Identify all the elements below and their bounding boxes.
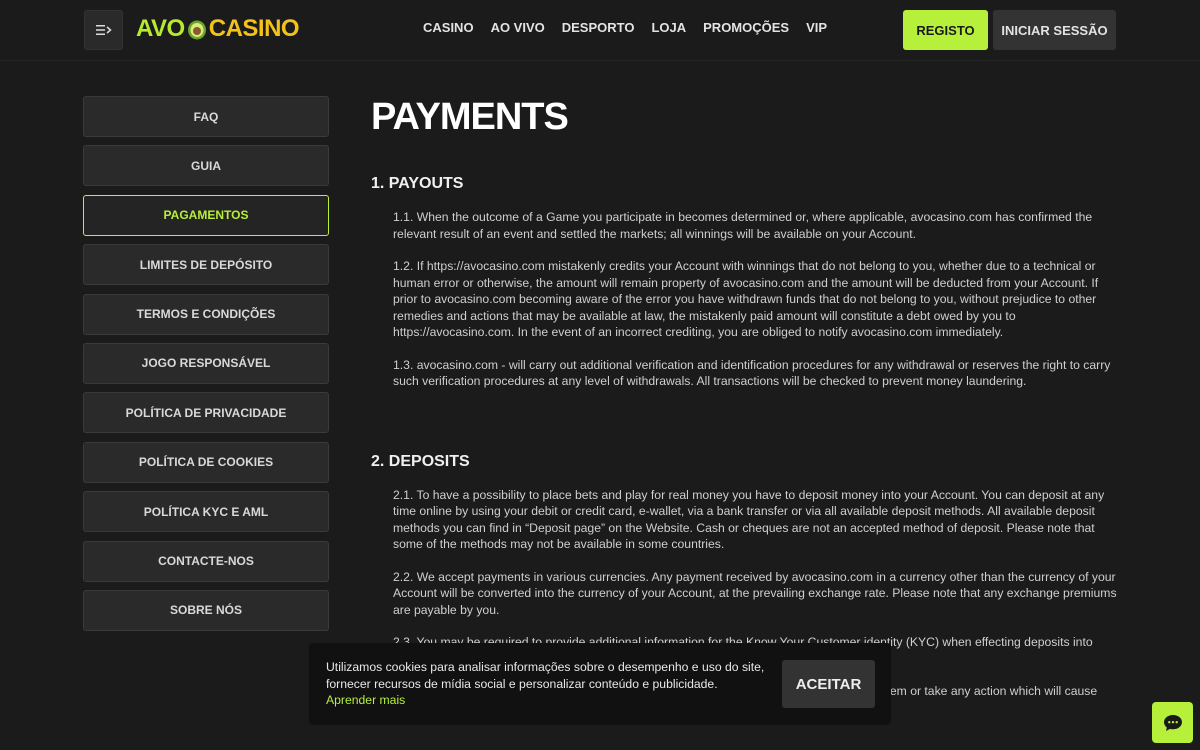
logo-text-avo: AVO — [136, 15, 185, 42]
section-heading-deposits: 2. DEPOSITS — [371, 452, 470, 470]
nav-item-promocoes[interactable]: PROMOÇÕES — [703, 20, 789, 35]
cookie-banner: Utilizamos cookies para analisar informa… — [309, 643, 891, 725]
sidebar-toggle-button[interactable] — [84, 10, 123, 50]
nav-item-casino[interactable]: CASINO — [423, 20, 474, 35]
sidebar-item-contacte-nos[interactable]: CONTACTE-NOS — [83, 540, 329, 582]
logo-text-casino: CASINO — [208, 15, 300, 42]
paragraph-1-3: 1.3. avocasino.com - will carry out addi… — [393, 357, 1111, 389]
info-sidebar: FAQ GUIA PAGAMENTOS LIMITES DE DEPÓSITO … — [83, 96, 329, 639]
sidebar-item-termos-e-condicoes[interactable]: TERMOS E CONDIÇÕES — [83, 293, 329, 335]
section-heading-payouts: 1. PAYOUTS — [371, 175, 464, 192]
main-content: PAYMENTS 1. PAYOUTS 1.1. When the outcom… — [371, 92, 1121, 716]
sidebar-item-pagamentos[interactable]: PAGAMENTOS — [83, 194, 329, 236]
menu-collapse-icon — [95, 25, 112, 35]
cookie-text: Utilizamos cookies para analisar informa… — [326, 660, 765, 691]
sidebar-item-limites-de-deposito[interactable]: LIMITES DE DEPÓSITO — [83, 244, 329, 286]
main-nav: CASINO AO VIVO DESPORTO LOJA PROMOÇÕES V… — [423, 20, 827, 35]
site-header: AVO CASINO CASINO AO VIVO DESPORTO LOJA … — [0, 0, 1200, 61]
sidebar-item-faq[interactable]: FAQ — [83, 96, 329, 137]
sidebar-item-guia[interactable]: GUIA — [83, 145, 329, 187]
paragraph-2-2: 2.2. We accept payments in various curre… — [393, 569, 1117, 617]
nav-item-ao-vivo[interactable]: AO VIVO — [491, 20, 545, 35]
sidebar-item-sobre-nos[interactable]: SOBRE NÓS — [83, 589, 329, 631]
avocado-icon — [187, 20, 206, 40]
cookie-accept-button[interactable]: ACEITAR — [782, 660, 875, 708]
nav-item-desporto[interactable]: DESPORTO — [562, 20, 635, 35]
cookie-learn-more-link[interactable]: Aprender mais — [326, 693, 405, 707]
paragraph-1-2: 1.2. If https://avocasino.com mistakenly… — [393, 259, 1099, 339]
paragraph-2-1: 2.1. To have a possibility to place bets… — [393, 487, 1105, 552]
cookie-message: Utilizamos cookies para analisar informa… — [326, 659, 776, 709]
site-logo[interactable]: AVO CASINO — [136, 13, 300, 45]
nav-item-vip[interactable]: VIP — [806, 20, 827, 35]
sidebar-item-politica-de-cookies[interactable]: POLÍTICA DE COOKIES — [83, 441, 329, 483]
paragraph-1-1: 1.1. When the outcome of a Game you part… — [393, 210, 1093, 241]
sidebar-item-politica-kyc-e-aml[interactable]: POLÍTICA KYC E AML — [83, 491, 329, 533]
register-button[interactable]: REGISTO — [903, 10, 988, 50]
page-title: PAYMENTS — [371, 96, 569, 138]
chat-support-icon — [1163, 714, 1182, 731]
sidebar-item-jogo-responsavel[interactable]: JOGO RESPONSÁVEL — [83, 342, 329, 384]
chat-support-button[interactable] — [1152, 702, 1193, 743]
sidebar-item-politica-de-privacidade[interactable]: POLÍTICA DE PRIVACIDADE — [83, 392, 329, 434]
login-button[interactable]: INICIAR SESSÃO — [993, 10, 1116, 50]
nav-item-loja[interactable]: LOJA — [651, 20, 686, 35]
